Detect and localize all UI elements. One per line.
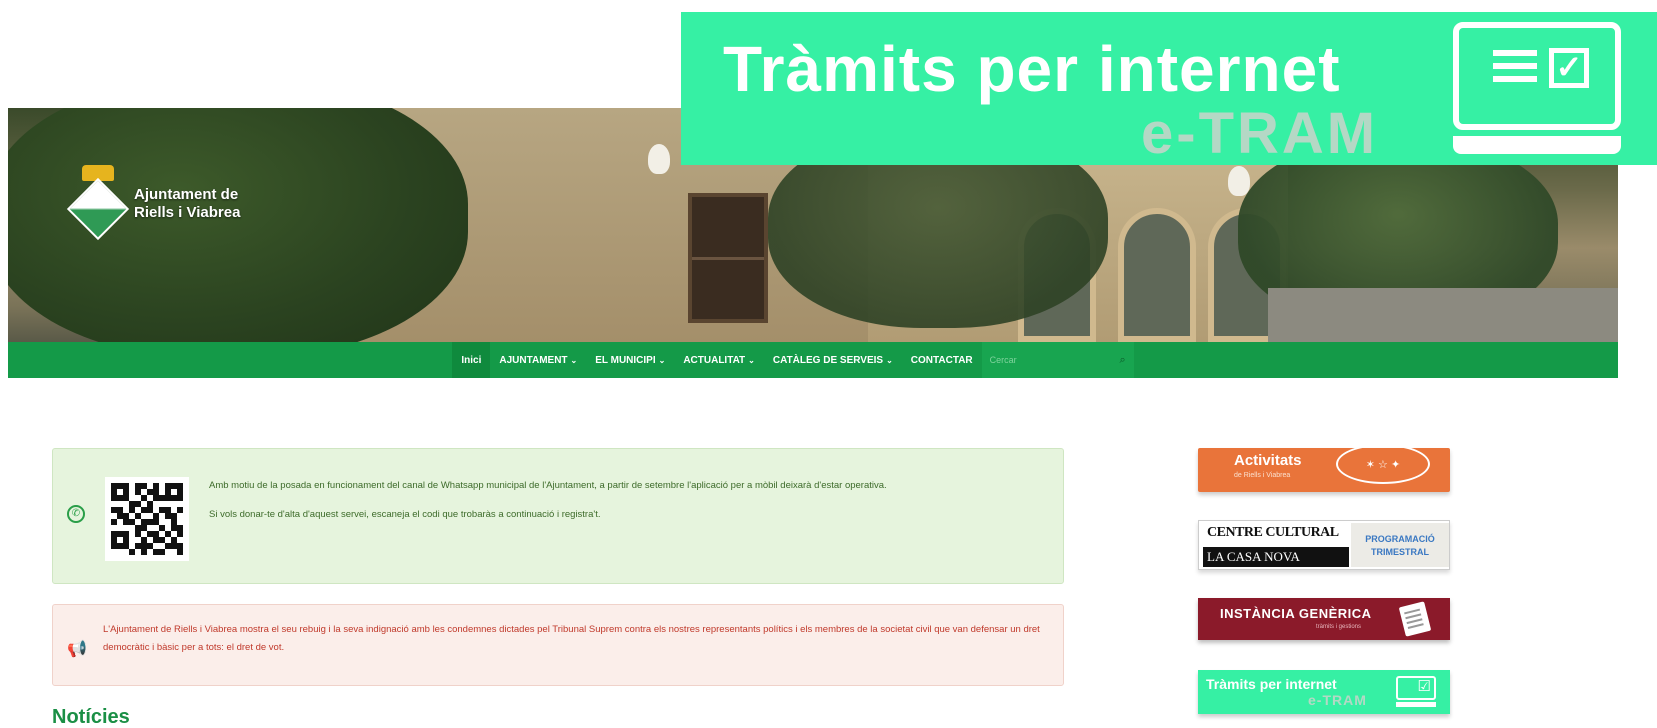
activitats-title: Activitats xyxy=(1234,452,1302,469)
casa-nova-line-1: CENTRE CULTURAL xyxy=(1207,525,1339,540)
banner-window xyxy=(688,193,768,323)
chevron-down-icon: ⌄ xyxy=(748,355,755,365)
whatsapp-alert: ✆ Amb motiu de la posada en funcionament… xyxy=(52,448,1064,584)
whatsapp-icon: ✆ xyxy=(67,505,85,523)
nav-item-el-municipi[interactable]: EL MUNICIPI ⌄ xyxy=(586,342,674,378)
banner-arch xyxy=(1118,208,1196,342)
logo-line-1: Ajuntament de xyxy=(134,186,239,203)
checkbox-icon: ✓ xyxy=(1549,48,1589,88)
logo-line-2: Riells i Viabrea xyxy=(134,204,241,221)
nav-item-label: CONTACTAR xyxy=(910,354,973,366)
instancia-generica-banner[interactable]: INSTÀNCIA GENÈRICA tràmits i gestions xyxy=(1198,598,1450,640)
news-section-title: Notícies xyxy=(52,706,130,728)
nav-item-actualitat[interactable]: ACTUALITAT ⌄ xyxy=(674,342,764,378)
casa-nova-trimestral: TRIMESTRAL xyxy=(1371,547,1429,557)
monitor-stand-icon xyxy=(1396,702,1436,707)
banner-lamp xyxy=(648,144,670,174)
etram-banner-subtitle: e-TRAM xyxy=(1141,101,1379,165)
activitats-banner[interactable]: Activitats de Riells i Viabrea ✶ ☆ ✦ xyxy=(1198,448,1450,492)
search-icon[interactable]: ⌕ xyxy=(1119,354,1125,367)
nav-item-ajuntament[interactable]: AJUNTAMENT ⌄ xyxy=(490,342,586,378)
monitor-icon xyxy=(1453,22,1621,130)
nav-item-label: AJUNTAMENT xyxy=(499,354,568,366)
search-box: ⌕ xyxy=(981,342,1134,378)
activitats-subtitle: de Riells i Viabrea xyxy=(1234,472,1291,479)
logo-text: Ajuntament de Riells i Viabrea xyxy=(134,186,240,222)
coat-of-arms-icon xyxy=(66,165,130,243)
chevron-down-icon: ⌄ xyxy=(886,355,893,365)
casa-nova-programacio: PROGRAMACIÓ xyxy=(1365,534,1435,544)
notice-alert-text: L'Ajuntament de Riells i Viabrea mostra … xyxy=(103,624,1040,653)
etram-banner-title: Tràmits per internet xyxy=(723,33,1341,105)
qr-code-image xyxy=(105,477,189,561)
banner-plaza xyxy=(1268,288,1618,342)
instancia-title: INSTÀNCIA GENÈRICA xyxy=(1220,606,1372,621)
instancia-subtitle: tràmits i gestions xyxy=(1316,624,1362,630)
chevron-down-icon: ⌄ xyxy=(570,355,578,365)
search-input[interactable] xyxy=(989,355,1120,365)
main-navigation: Inici AJUNTAMENT ⌄ EL MUNICIPI ⌄ ACTUALI… xyxy=(8,342,1618,378)
whatsapp-alert-paragraph-1: Amb motiu de la posada en funcionament d… xyxy=(209,480,887,491)
site-logo[interactable]: Ajuntament de Riells i Viabrea xyxy=(66,165,240,243)
nav-item-label: Inici xyxy=(461,354,482,366)
banner-lamp xyxy=(1228,166,1250,196)
nav-item-contactar[interactable]: CONTACTAR xyxy=(902,342,982,378)
list-icon xyxy=(1493,50,1537,89)
nav-item-label: ACTUALITAT xyxy=(683,354,746,366)
etram-banner[interactable]: Tràmits per internet e-TRAM ✓ xyxy=(681,12,1657,165)
notice-alert: 📢 L'Ajuntament de Riells i Viabrea mostr… xyxy=(52,604,1064,686)
monitor-icon xyxy=(1396,676,1436,700)
nav-item-inici[interactable]: Inici xyxy=(452,342,491,378)
monitor-stand-icon xyxy=(1453,136,1621,154)
casa-nova-line-2: LA CASA NOVA xyxy=(1203,547,1349,567)
nav-item-cataleg-de-serveis[interactable]: CATÀLEG DE SERVEIS ⌄ xyxy=(764,342,902,378)
chevron-down-icon: ⌄ xyxy=(658,355,666,365)
megaphone-icon: 📢 xyxy=(67,641,87,658)
document-icon xyxy=(1398,601,1432,637)
nav-item-label: EL MUNICIPI xyxy=(595,354,656,366)
whatsapp-alert-paragraph-2: Si vols donar-te d'alta d'aquest servei,… xyxy=(209,509,601,520)
activities-bubble-icon: ✶ ☆ ✦ xyxy=(1336,448,1430,484)
etram-sidebar-banner[interactable]: Tràmits per internet e-TRAM xyxy=(1198,670,1450,714)
whatsapp-alert-text: Amb motiu de la posada en funcionament d… xyxy=(209,477,1039,535)
etram-sidebar-title: Tràmits per internet xyxy=(1206,676,1337,692)
etram-sidebar-subtitle: e-TRAM xyxy=(1308,692,1367,708)
casa-nova-banner[interactable]: CENTRE CULTURAL LA CASA NOVA PROGRAMACIÓ… xyxy=(1198,520,1450,570)
nav-item-label: CATÀLEG DE SERVEIS xyxy=(772,354,884,366)
